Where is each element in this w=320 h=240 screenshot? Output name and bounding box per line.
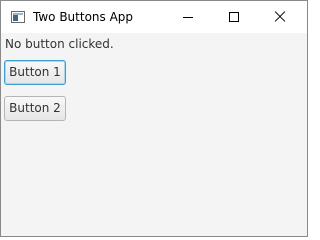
minimize-button[interactable] [165, 1, 211, 33]
maximize-icon [229, 12, 239, 22]
close-button[interactable] [257, 1, 303, 33]
window-title: Two Buttons App [33, 10, 134, 24]
button-1[interactable]: Button 1 [4, 60, 66, 85]
minimize-icon [183, 17, 193, 18]
maximize-button[interactable] [211, 1, 257, 33]
app-window-icon [11, 11, 25, 23]
close-icon [274, 11, 286, 23]
button-2[interactable]: Button 2 [4, 96, 66, 121]
app-window: Two Buttons App No button clicked. Butto… [0, 0, 308, 237]
title-bar[interactable]: Two Buttons App [1, 1, 307, 33]
content-pane: No button clicked. Button 1 Button 2 [1, 33, 307, 236]
status-label: No button clicked. [5, 37, 114, 51]
